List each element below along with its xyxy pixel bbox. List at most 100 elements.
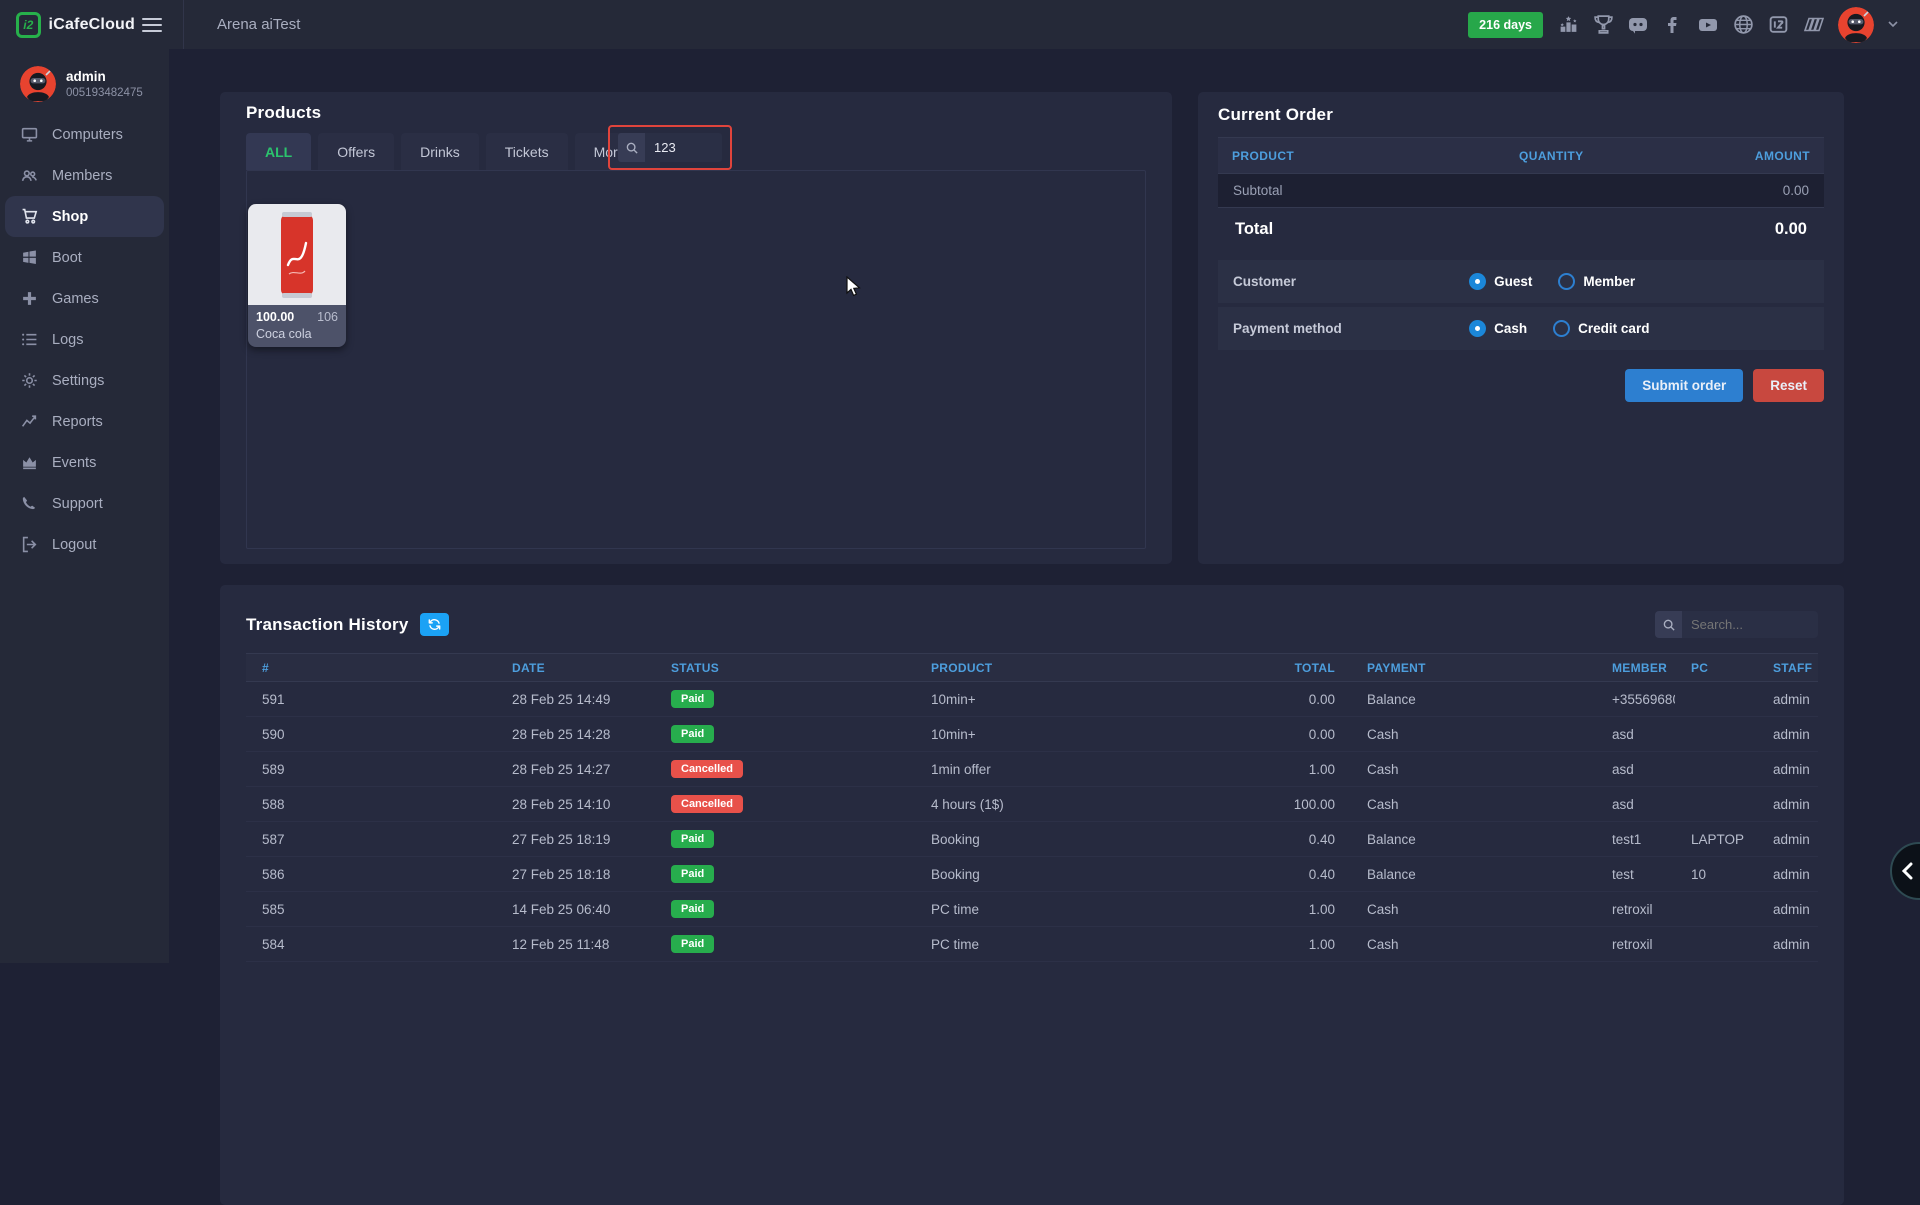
cell-status: Paid	[655, 690, 915, 708]
payment-method-row: Payment method CashCredit card	[1218, 307, 1824, 350]
cell-id: 590	[246, 727, 496, 742]
order-columns: PRODUCT QUANTITY AMOUNT	[1218, 137, 1824, 174]
customer-option-guest[interactable]: Guest	[1469, 273, 1532, 290]
table-row[interactable]: 58928 Feb 25 14:27Cancelled1min offer1.0…	[246, 752, 1818, 787]
products-search-highlight	[608, 125, 732, 170]
products-title: Products	[246, 103, 1146, 123]
sidebar-item-label: Computers	[52, 127, 123, 143]
chevron-down-icon[interactable]	[1888, 21, 1898, 28]
cell-member: asd	[1596, 727, 1675, 742]
product-stock: 106	[317, 310, 338, 324]
globe-icon[interactable]	[1732, 14, 1754, 36]
cell-product: Booking	[915, 832, 1235, 847]
product-image	[248, 204, 346, 305]
order-col-amount: AMOUNT	[1642, 149, 1824, 163]
payment-option-cash[interactable]: Cash	[1469, 320, 1527, 337]
cell-pc: LAPTOP	[1675, 832, 1757, 847]
products-grid: 100.00106Coca cola	[246, 170, 1146, 549]
user-avatar[interactable]	[1838, 7, 1874, 43]
sidebar-item-shop[interactable]: Shop	[5, 196, 164, 237]
cell-staff: admin	[1757, 762, 1818, 777]
sidebar-item-settings[interactable]: Settings	[5, 360, 164, 401]
discord-icon[interactable]	[1627, 14, 1649, 36]
transactions-search-input[interactable]	[1682, 611, 1818, 638]
current-order-panel: Current Order PRODUCT QUANTITY AMOUNT Su…	[1198, 92, 1844, 564]
reset-button[interactable]: Reset	[1753, 369, 1824, 402]
table-row[interactable]: 58514 Feb 25 06:40PaidPC time1.00Cashret…	[246, 892, 1818, 927]
sidebar-item-games[interactable]: Games	[5, 278, 164, 319]
reports-icon	[21, 413, 38, 430]
sidebar-item-events[interactable]: Events	[5, 442, 164, 483]
cell-total: 1.00	[1235, 937, 1351, 952]
search-icon	[618, 133, 645, 162]
radio-icon	[1469, 320, 1486, 337]
table-row[interactable]: 59028 Feb 25 14:28Paid10min+0.00Cashasda…	[246, 717, 1818, 752]
status-badge: Cancelled	[671, 760, 743, 778]
submit-order-button[interactable]: Submit order	[1625, 369, 1743, 402]
cell-id: 587	[246, 832, 496, 847]
transactions-header-row: #DATESTATUSPRODUCTTOTALPAYMENTMEMBERPCST…	[246, 653, 1818, 682]
sidebar-user: admin 005193482475	[0, 49, 169, 114]
ranking-icon[interactable]	[1557, 14, 1579, 36]
cell-total: 0.40	[1235, 867, 1351, 882]
transactions-body: 59128 Feb 25 14:49Paid10min+0.00Balance+…	[246, 682, 1818, 962]
tab-tickets[interactable]: Tickets	[486, 133, 568, 170]
cell-product: PC time	[915, 937, 1235, 952]
table-row[interactable]: 59128 Feb 25 14:49Paid10min+0.00Balance+…	[246, 682, 1818, 717]
table-row[interactable]: 58828 Feb 25 14:10Cancelled4 hours (1$)1…	[246, 787, 1818, 822]
sidebar-item-support[interactable]: Support	[5, 483, 164, 524]
members-icon	[21, 167, 38, 184]
table-row[interactable]: 58627 Feb 25 18:18PaidBooking0.40Balance…	[246, 857, 1818, 892]
sidebar-item-label: Logs	[52, 332, 83, 348]
icafe-pay-icon[interactable]	[1767, 14, 1789, 36]
sidebar-item-reports[interactable]: Reports	[5, 401, 164, 442]
menu-toggle-icon[interactable]	[135, 8, 169, 42]
tab-drinks[interactable]: Drinks	[401, 133, 479, 170]
sidebar-item-label: Reports	[52, 414, 103, 430]
product-card[interactable]: 100.00106Coca cola	[248, 204, 346, 347]
boot-icon	[21, 249, 38, 266]
cell-staff: admin	[1757, 937, 1818, 952]
license-days-badge[interactable]: 216 days	[1468, 12, 1543, 38]
tab-all[interactable]: ALL	[246, 133, 311, 170]
table-row[interactable]: 58412 Feb 25 11:48PaidPC time1.00Cashret…	[246, 927, 1818, 962]
cell-payment: Cash	[1351, 727, 1596, 742]
subtotal-label: Subtotal	[1233, 183, 1283, 198]
cell-date: 28 Feb 25 14:49	[496, 692, 655, 707]
status-badge: Paid	[671, 865, 714, 883]
sidebar-item-logs[interactable]: Logs	[5, 319, 164, 360]
refresh-button[interactable]	[420, 613, 449, 636]
sidebar-item-logout[interactable]: Logout	[5, 524, 164, 565]
cell-payment: Cash	[1351, 902, 1596, 917]
product-name: Coca cola	[256, 327, 338, 341]
cell-total: 1.00	[1235, 902, 1351, 917]
total-value: 0.00	[1775, 220, 1807, 239]
cell-id: 591	[246, 692, 496, 707]
sidebar-item-boot[interactable]: Boot	[5, 237, 164, 278]
radio-icon	[1558, 273, 1575, 290]
youtube-icon[interactable]	[1697, 14, 1719, 36]
cell-staff: admin	[1757, 867, 1818, 882]
cell-id: 588	[246, 797, 496, 812]
table-row[interactable]: 58727 Feb 25 18:19PaidBooking0.40Balance…	[246, 822, 1818, 857]
shop-icon	[21, 208, 38, 225]
subtotal-value: 0.00	[1783, 183, 1809, 198]
tab-offers[interactable]: Offers	[318, 133, 394, 170]
navbar-right: 216 days	[1468, 7, 1920, 43]
brand[interactable]: i2 iCafeCloud	[0, 12, 135, 38]
status-badge: Paid	[671, 935, 714, 953]
payment-option-credit-card[interactable]: Credit card	[1553, 320, 1649, 337]
status-badge: Paid	[671, 690, 714, 708]
trophy-icon[interactable]	[1592, 14, 1614, 36]
sidebar-item-members[interactable]: Members	[5, 155, 164, 196]
layers-icon[interactable]	[1802, 14, 1824, 36]
sidebar-item-computers[interactable]: Computers	[5, 114, 164, 155]
facebook-icon[interactable]	[1662, 14, 1684, 36]
cell-id: 589	[246, 762, 496, 777]
products-search-input[interactable]	[645, 133, 722, 162]
customer-option-member[interactable]: Member	[1558, 273, 1635, 290]
cell-status: Cancelled	[655, 760, 915, 778]
sidebar-item-label: Games	[52, 291, 99, 307]
cell-status: Paid	[655, 830, 915, 848]
transactions-col-payment: PAYMENT	[1351, 661, 1596, 675]
